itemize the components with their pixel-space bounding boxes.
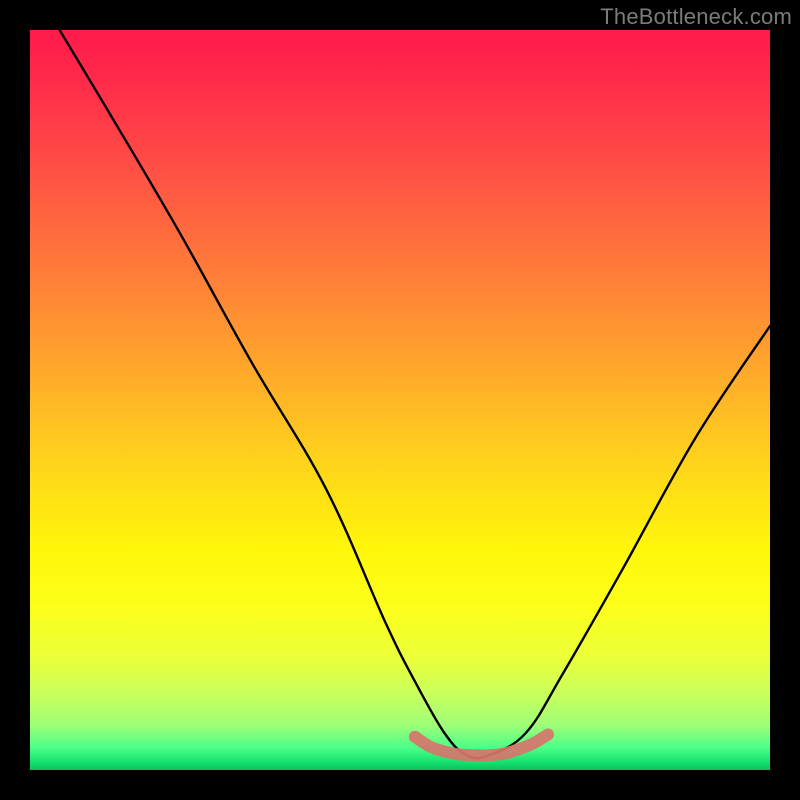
watermark-text: TheBottleneck.com (600, 4, 792, 30)
plot-area (30, 30, 770, 770)
curve-path (60, 30, 770, 758)
chart-svg (30, 30, 770, 770)
chart-frame: TheBottleneck.com (0, 0, 800, 800)
floor-path (415, 734, 548, 755)
